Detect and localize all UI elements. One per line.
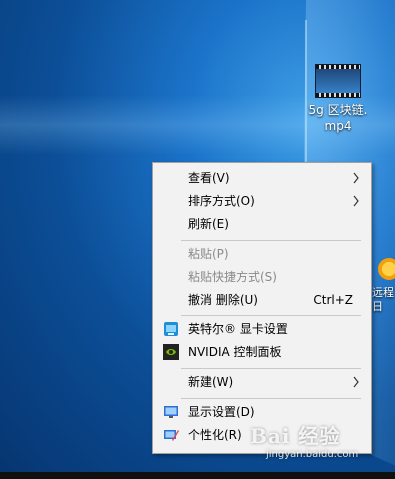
menu-item-label: 新建(W): [188, 375, 234, 389]
personalize-icon: [164, 430, 179, 441]
taskbar: [0, 472, 395, 479]
menu-item-label: 粘贴(P): [188, 247, 229, 261]
menu-item-new[interactable]: 新建(W): [153, 371, 371, 393]
menu-item-label: 排序方式(O): [188, 194, 255, 208]
watermark-url: jingyan.baidu.com: [266, 449, 359, 460]
nvidia-icon: [163, 344, 179, 360]
menu-item-paste: 粘贴(P): [153, 243, 371, 265]
desktop-icon-remote[interactable]: 远程 日: [372, 258, 395, 314]
menu-item-view[interactable]: 查看(V): [153, 167, 371, 189]
menu-separator: [181, 368, 361, 369]
menu-item-sort-by[interactable]: 排序方式(O): [153, 190, 371, 212]
menu-item-nvidia-control-panel[interactable]: NVIDIA 控制面板: [153, 341, 371, 363]
menu-item-intel-graphics[interactable]: 英特尔® 显卡设置: [153, 318, 371, 340]
menu-separator: [181, 398, 361, 399]
desktop-icon-label: 远程 日: [372, 286, 394, 313]
menu-item-label: 显示设置(D): [188, 405, 255, 419]
watermark-title: Bai 经验: [250, 424, 341, 448]
desktop-icon-label: 5g 区块链. mp4: [308, 103, 368, 133]
video-file-icon: [315, 64, 361, 98]
menu-item-label: 刷新(E): [188, 217, 229, 231]
menu-item-undo-delete[interactable]: 撤消 删除(U) Ctrl+Z: [153, 289, 371, 311]
menu-item-paste-shortcut: 粘贴快捷方式(S): [153, 266, 371, 288]
menu-item-shortcut: Ctrl+Z: [313, 293, 353, 307]
menu-item-refresh[interactable]: 刷新(E): [153, 213, 371, 235]
baidu-jingyan-watermark: Bai 经验 jingyan.baidu.com: [250, 420, 390, 470]
menu-separator: [181, 315, 361, 316]
menu-item-label: 粘贴快捷方式(S): [188, 270, 277, 284]
menu-item-label: 英特尔® 显卡设置: [188, 322, 288, 336]
menu-separator: [181, 240, 361, 241]
menu-item-label: NVIDIA 控制面板: [188, 345, 282, 359]
desktop-icon-video[interactable]: 5g 区块链. mp4: [298, 64, 378, 134]
sun-icon: [378, 258, 395, 280]
menu-item-label: 查看(V): [188, 171, 230, 185]
menu-item-label: 撤消 删除(U): [188, 293, 258, 307]
chevron-right-icon: [353, 195, 359, 207]
chevron-right-icon: [353, 376, 359, 388]
context-menu: 查看(V) 排序方式(O) 刷新(E) 粘贴(P) 粘贴快捷方式(S) 撤消 删…: [152, 162, 372, 454]
display-settings-icon: [164, 406, 178, 418]
menu-item-label: 个性化(R): [188, 428, 242, 442]
intel-graphics-icon: [164, 322, 178, 336]
chevron-right-icon: [353, 172, 359, 184]
